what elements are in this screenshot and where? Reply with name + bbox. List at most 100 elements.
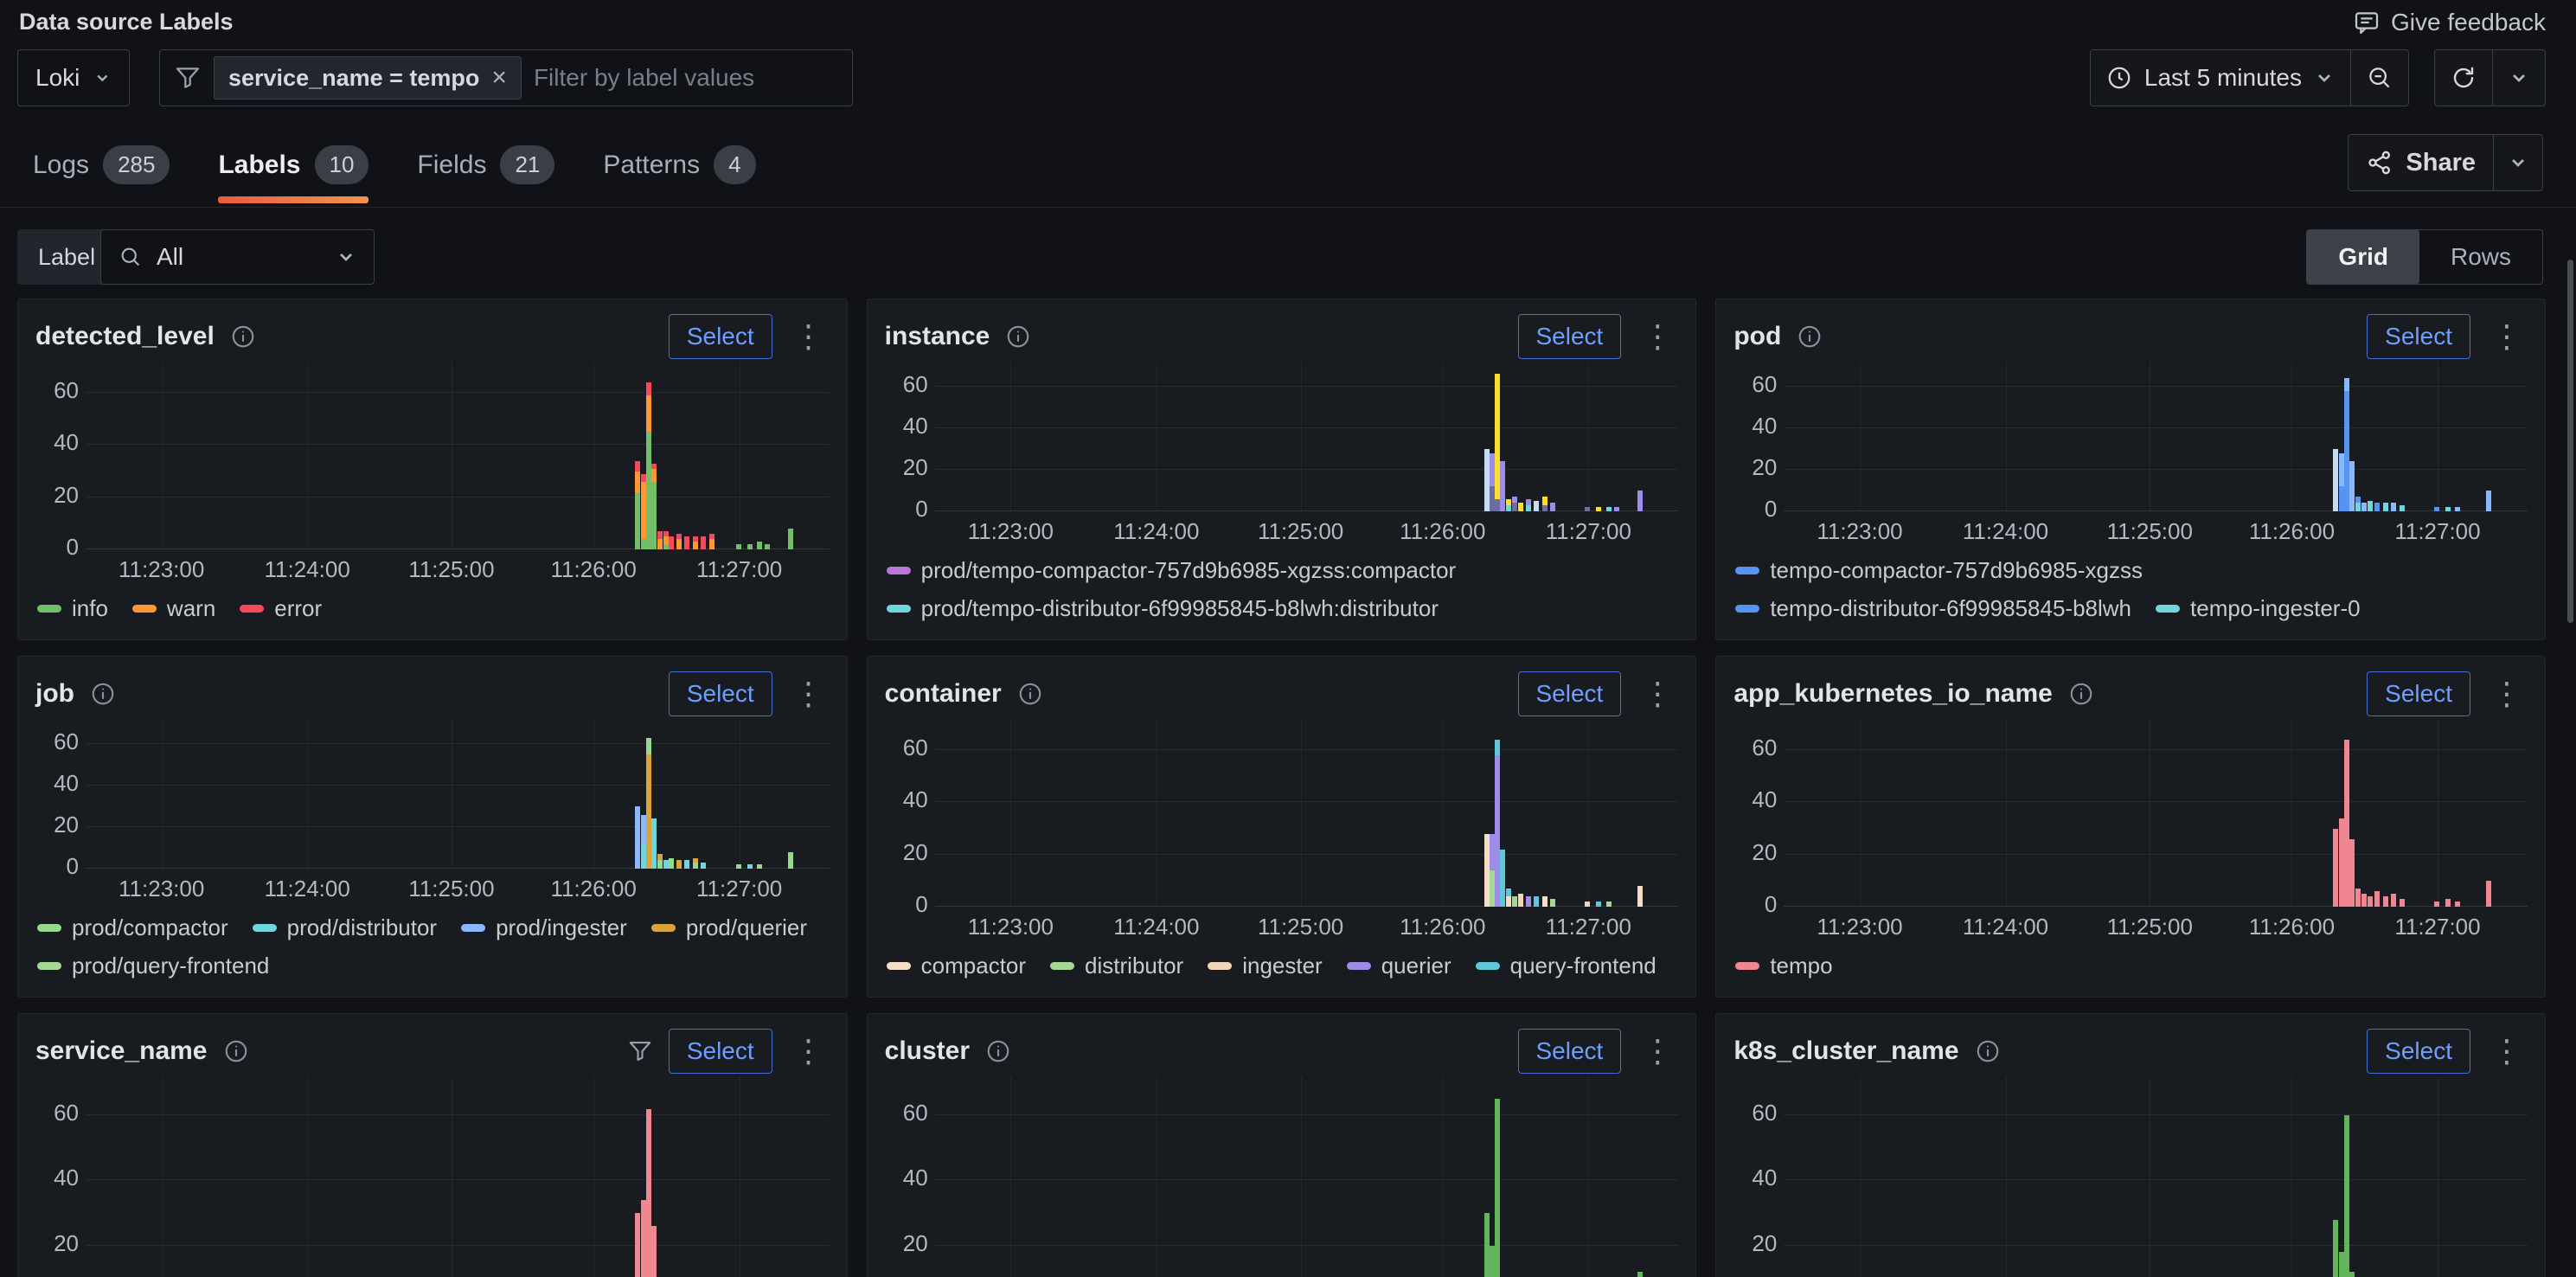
panel-menu-icon[interactable]: ⋮ — [2486, 678, 2528, 709]
tab-fields[interactable]: Fields 21 — [417, 145, 554, 203]
legend-item[interactable]: info — [37, 591, 108, 626]
chart-bar — [651, 1226, 657, 1277]
gridline — [593, 362, 594, 549]
panel-menu-icon[interactable]: ⋮ — [788, 1036, 830, 1067]
x-axis-label: 11:23:00 — [1817, 518, 1902, 545]
panel-menu-icon[interactable]: ⋮ — [1637, 678, 1678, 709]
legend-item[interactable]: prod/tempo-distributor-6f99985845-b8lwh:… — [887, 591, 1439, 626]
legend-item[interactable]: warn — [132, 591, 215, 626]
gridline — [1784, 749, 2528, 750]
select-button-cluster[interactable]: Select — [1518, 1029, 1622, 1074]
legend-item[interactable]: query-frontend — [1476, 948, 1656, 983]
gridline — [86, 785, 830, 786]
info-icon[interactable] — [90, 681, 116, 707]
legend-marker — [253, 924, 277, 932]
legend-item[interactable]: prod/querier — [651, 910, 807, 945]
legend-marker — [37, 924, 61, 932]
datasource-picker[interactable]: Loki — [17, 49, 130, 106]
zoom-out-button[interactable] — [2350, 49, 2409, 106]
legend-item[interactable]: prod/distributor — [253, 910, 437, 945]
x-axis-label: 11:24:00 — [1113, 518, 1199, 545]
panel-menu-icon[interactable]: ⋮ — [1637, 321, 1678, 352]
chart-bar — [1495, 740, 1500, 755]
legend-item[interactable]: prod/compactor — [37, 910, 228, 945]
panel-menu-icon[interactable]: ⋮ — [2486, 321, 2528, 352]
legend-item[interactable]: tempo-compactor-757d9b6985-xgzss — [1735, 553, 2143, 587]
legend-item[interactable]: ingester — [1208, 948, 1323, 983]
datasource-label: Data source — [19, 9, 153, 35]
select-button-service_name[interactable]: Select — [669, 1029, 772, 1074]
chart-bar — [651, 464, 657, 469]
legend-item[interactable]: prod/ingester — [461, 910, 627, 945]
select-button-instance[interactable]: Select — [1518, 314, 1622, 359]
chart-bar — [1484, 834, 1490, 907]
info-icon[interactable] — [1017, 681, 1043, 707]
info-icon[interactable] — [1975, 1038, 2001, 1064]
x-axis: 11:23:0011:24:0011:25:0011:26:0011:27:00 — [1784, 907, 2528, 941]
panel-menu-icon[interactable]: ⋮ — [1637, 1036, 1678, 1067]
panel-cluster: clusterSelect⋮020406011:23:0011:24:0011:… — [867, 1013, 1697, 1277]
give-feedback-link[interactable]: Give feedback — [2353, 9, 2546, 36]
label-filter-bar[interactable]: service_name = tempo × Filter by label v… — [159, 49, 853, 106]
info-icon[interactable] — [230, 324, 256, 350]
legend-marker — [1735, 567, 1759, 574]
select-button-app_kubernetes_io_name[interactable]: Select — [2367, 671, 2470, 716]
chart-bar — [2333, 829, 2338, 907]
chart-bar — [2333, 449, 2338, 511]
y-axis-label: 60 — [1733, 735, 1777, 761]
x-axis-label: 11:23:00 — [119, 876, 204, 902]
tab-logs[interactable]: Logs 285 — [33, 145, 170, 203]
time-range-picker[interactable]: Last 5 minutes — [2090, 49, 2350, 106]
legend-item[interactable]: querier — [1347, 948, 1451, 983]
panel-menu-icon[interactable]: ⋮ — [788, 321, 830, 352]
legend-item[interactable]: error — [240, 591, 322, 626]
info-icon[interactable] — [2068, 681, 2094, 707]
select-button-pod[interactable]: Select — [2367, 314, 2470, 359]
x-axis-label: 11:27:00 — [1546, 518, 1631, 545]
select-button-container[interactable]: Select — [1518, 671, 1622, 716]
info-icon[interactable] — [1005, 324, 1031, 350]
toggle-rows[interactable]: Rows — [2419, 230, 2542, 284]
legend-item[interactable]: tempo-ingester-0 — [2156, 591, 2361, 626]
chip-close-icon[interactable]: × — [491, 63, 507, 93]
panel-menu-icon[interactable]: ⋮ — [2486, 1036, 2528, 1067]
legend-marker — [887, 567, 911, 574]
refresh-interval-dropdown[interactable] — [2492, 49, 2546, 106]
gridline — [1784, 469, 2528, 470]
legend-item[interactable]: compactor — [887, 948, 1026, 983]
legend-item[interactable]: prod/query-frontend — [37, 948, 269, 983]
y-axis-label: 40 — [35, 1165, 79, 1191]
chart-bar — [1526, 505, 1531, 511]
tab-patterns[interactable]: Patterns 4 — [603, 145, 755, 203]
filter-chip[interactable]: service_name = tempo × — [214, 56, 522, 99]
legend-label: tempo-compactor-757d9b6985-xgzss — [1770, 553, 2143, 587]
tab-labels[interactable]: Labels 10 — [218, 145, 368, 203]
label-search-select[interactable]: All — [100, 229, 375, 285]
tabs-divider — [0, 207, 2576, 208]
info-icon[interactable] — [223, 1038, 249, 1064]
gridline — [1588, 1076, 1589, 1277]
refresh-button[interactable] — [2434, 49, 2492, 106]
select-button-k8s_cluster_name[interactable]: Select — [2367, 1029, 2470, 1074]
legend-item[interactable]: tempo-distributor-6f99985845-b8lwh — [1735, 591, 2131, 626]
gridline — [2006, 1076, 2007, 1277]
panel-filter-icon[interactable] — [627, 1038, 653, 1064]
toggle-grid[interactable]: Grid — [2307, 230, 2419, 284]
share-icon — [2366, 149, 2393, 176]
filter-input[interactable]: Filter by label values — [534, 64, 754, 92]
info-icon[interactable] — [1797, 324, 1823, 350]
panel-menu-icon[interactable]: ⋮ — [788, 678, 830, 709]
select-button-detected_level[interactable]: Select — [669, 314, 772, 359]
legend-label: prod/ingester — [496, 910, 627, 945]
legend-item[interactable]: tempo — [1735, 948, 1832, 983]
legend-item[interactable]: prod/tempo-compactor-757d9b6985-xgzss:co… — [887, 553, 1457, 587]
scrollbar-thumb[interactable] — [2567, 260, 2573, 623]
info-icon[interactable] — [985, 1038, 1011, 1064]
panel-legend: tempo — [1733, 941, 2528, 988]
legend-item[interactable]: distributor — [1050, 948, 1183, 983]
share-dropdown[interactable] — [2493, 135, 2542, 190]
x-axis: 11:23:0011:24:0011:25:0011:26:0011:27:00 — [935, 907, 1679, 941]
share-button[interactable]: Share — [2348, 134, 2543, 191]
select-button-job[interactable]: Select — [669, 671, 772, 716]
gridline — [935, 427, 1679, 428]
